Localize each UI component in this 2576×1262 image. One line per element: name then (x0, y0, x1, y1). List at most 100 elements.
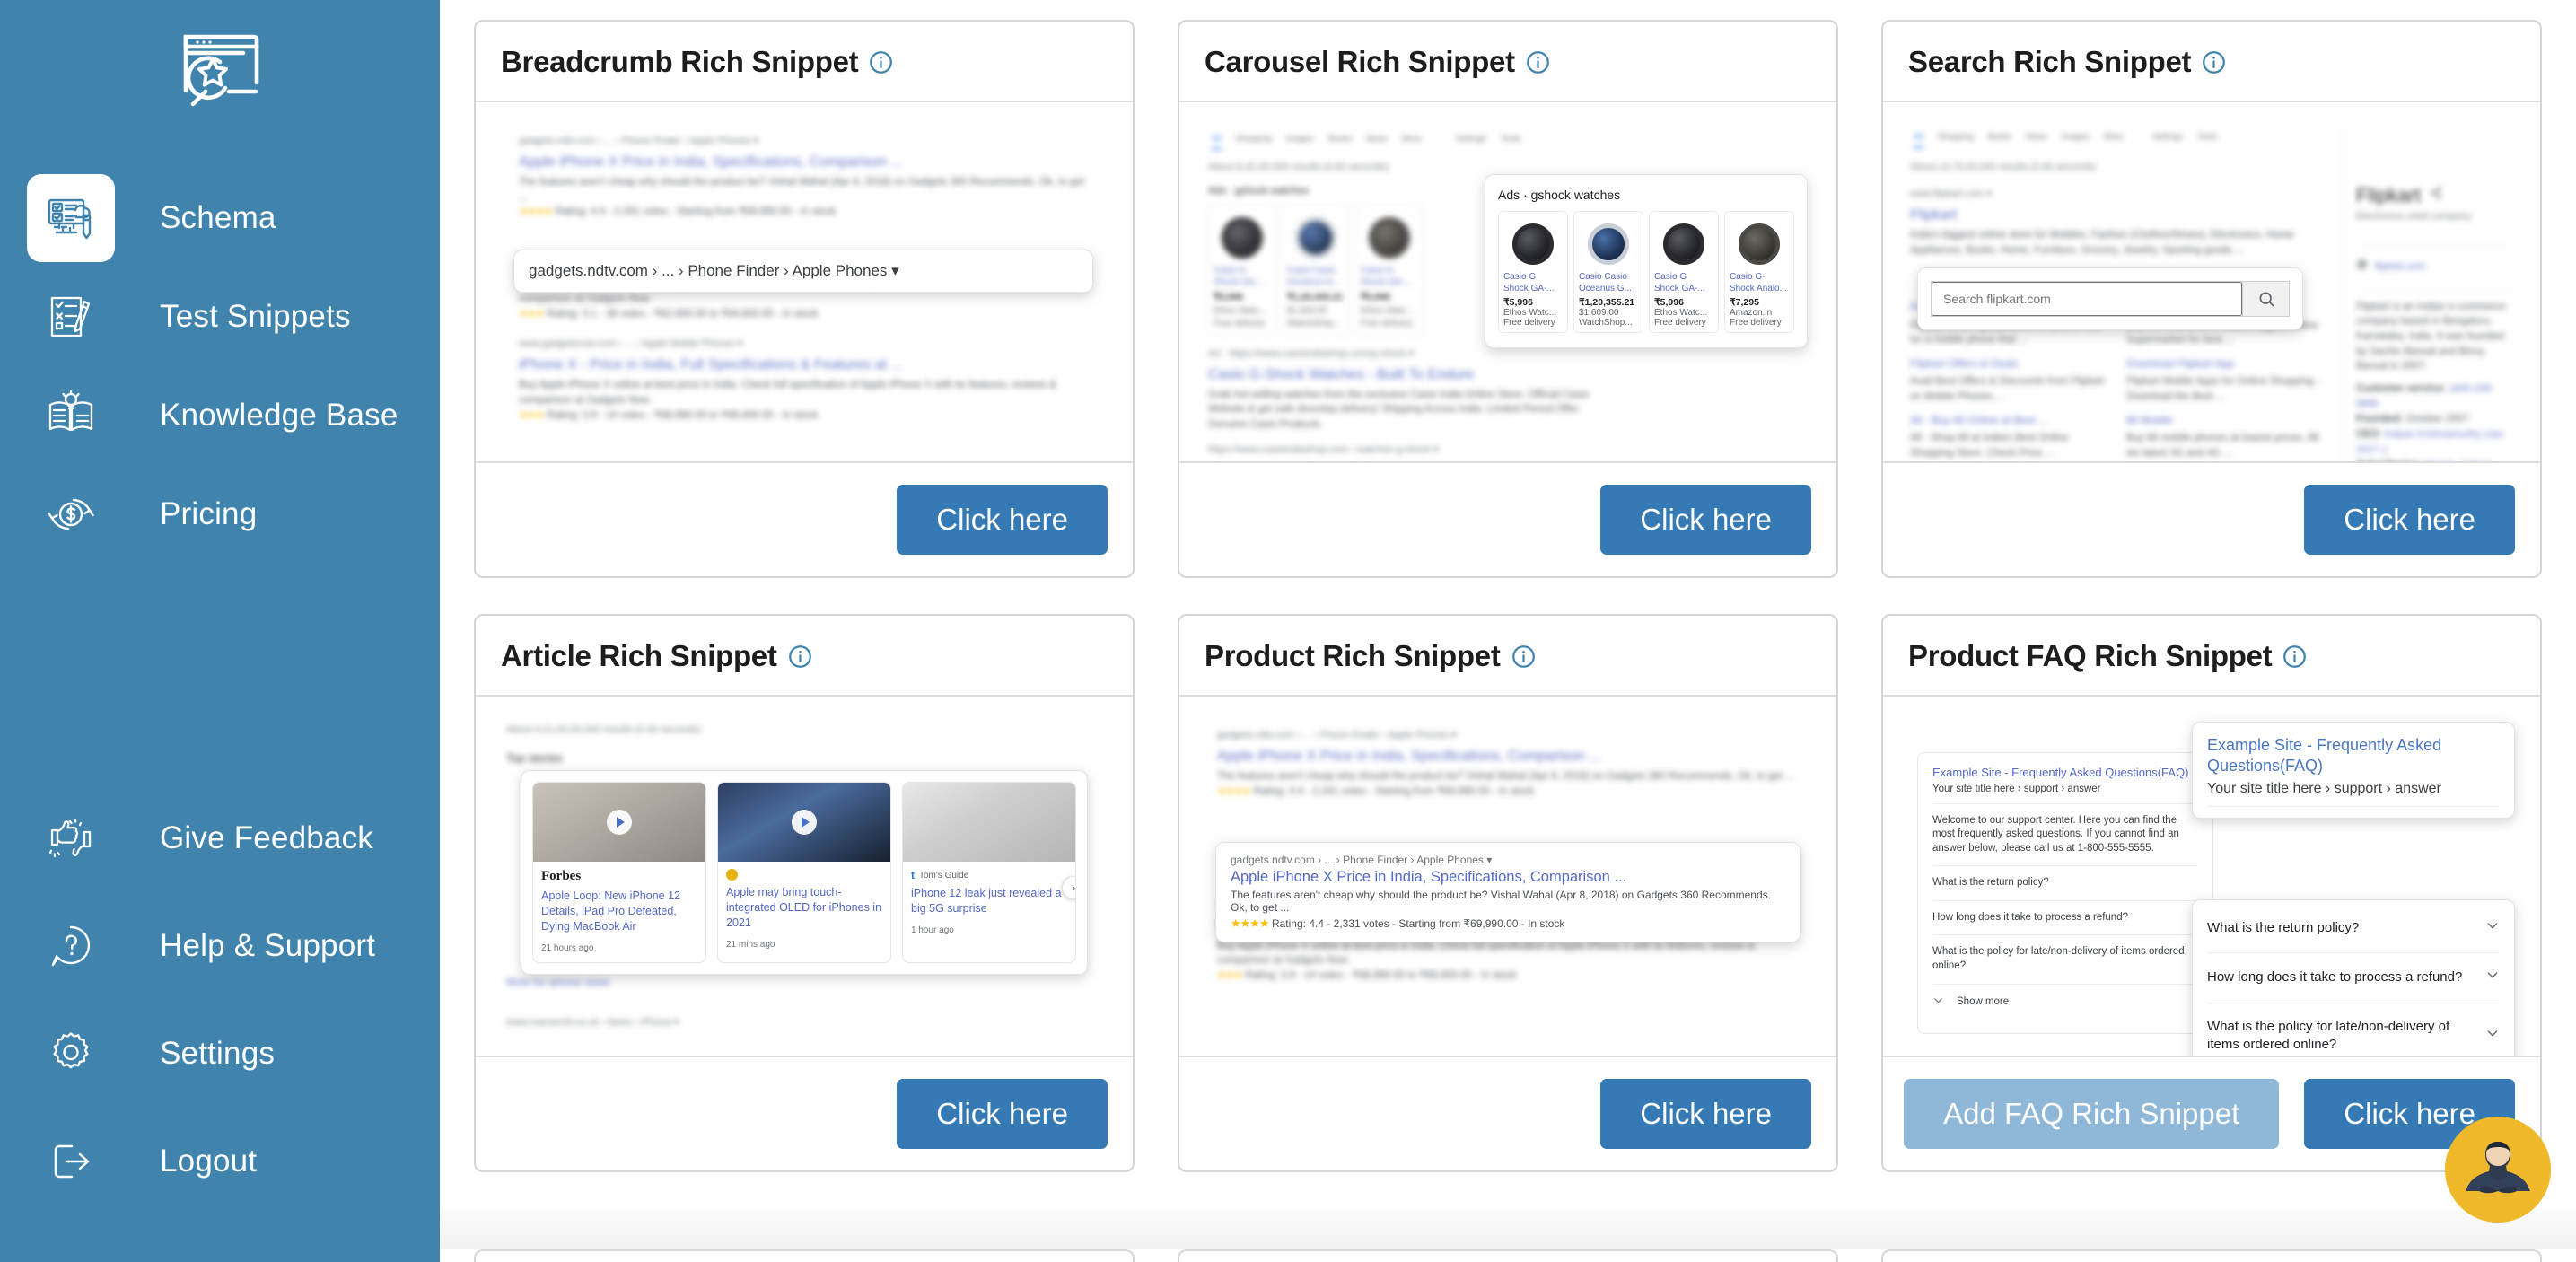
faq-title[interactable]: Example Site - Frequently Asked Question… (2207, 735, 2500, 777)
product-tile: Casio Casio Oceanus G... ₹1,20,355.21 $1… (1282, 205, 1350, 337)
click-here-button[interactable]: Click here (2304, 485, 2515, 555)
faq-question-row[interactable]: What is the policy for late/non-delivery… (2207, 1003, 2500, 1056)
product-price: ₹1,20,355.21 (1287, 292, 1344, 303)
sidebar-item-settings[interactable]: Settings (0, 1000, 440, 1108)
faq-snippet-background: Example Site - Frequently Asked Question… (1917, 752, 2213, 1035)
question-bubble-icon (27, 902, 115, 990)
show-more-label[interactable]: Show more (1957, 995, 2009, 1010)
product-tile: Casio G Shock GA-... ₹5,996 Ethos Watc..… (1355, 205, 1424, 337)
sidebar-item-help-support[interactable]: Help & Support (0, 892, 440, 1000)
chevron-down-icon[interactable] (2485, 918, 2500, 938)
click-here-button[interactable]: Click here (897, 1079, 1108, 1149)
card-header: Carousel Rich Snippet (1179, 22, 1836, 102)
tab-books: Books (1327, 134, 1353, 144)
kp-subtitle: Electronics retail company (2356, 210, 2472, 222)
tab-news: News (2026, 132, 2047, 142)
play-icon[interactable] (607, 810, 632, 835)
serp-title: Flipkart (1910, 206, 1958, 223)
product-tile[interactable]: Casio G- Shock Analo... ₹7,295 Amazon.in… (1724, 211, 1794, 333)
sitelink-title: All - Buy All Online at Best ... (1910, 413, 2047, 426)
product-tile[interactable]: Casio G Shock GA-... ₹5,996 Ethos Watc..… (1649, 211, 1719, 333)
click-here-button[interactable]: Click here (897, 485, 1108, 555)
serp-description: Buy Apple iPhone X online at best price … (519, 380, 1056, 407)
chevron-down-icon[interactable] (2485, 1026, 2500, 1046)
tab-shopping: Shopping (1235, 134, 1272, 144)
top-stories-label: Top stories (506, 750, 563, 765)
info-circle-icon[interactable] (788, 644, 812, 669)
secondary-nav: Give Feedback Help & Support Settings Lo… (0, 784, 440, 1215)
product-price: ₹5,996 (1214, 292, 1243, 303)
serp-description: India's biggest online store for Mobiles… (1910, 229, 2294, 256)
serp-rating: Rating: 3.9 - 14 votes - ₹68,990.00 to ₹… (547, 409, 819, 421)
info-circle-icon[interactable] (2282, 644, 2307, 669)
product-tile[interactable]: Casio G Shock GA-... ₹5,996 Ethos Watc..… (1498, 211, 1568, 333)
kp-key: CEO: (2356, 428, 2382, 440)
card-header: Breadcrumb Rich Snippet (476, 22, 1133, 102)
sidebar-item-knowledge-base[interactable]: Knowledge Base (0, 366, 440, 465)
product-price: ₹5,996 (1361, 292, 1390, 303)
card-product-rich-snippet: Product Rich Snippet gadgets.ndtv.com › … (1178, 614, 1838, 1172)
serp-description: The features aren't cheap why should the… (1231, 889, 1771, 914)
app-logo (0, 0, 440, 135)
info-circle-icon[interactable] (1526, 50, 1550, 74)
info-circle-icon[interactable] (2202, 50, 2226, 74)
sidebar-item-test-snippets[interactable]: Test Snippets (0, 267, 440, 366)
sidebar-item-label: Give Feedback (160, 820, 373, 855)
card-header: Product FAQ Rich Snippet (1883, 616, 2540, 697)
globe-icon (2356, 259, 2368, 276)
article-source: t Tom's Guide (911, 869, 969, 881)
serp-title[interactable]: Apple iPhone X Price in India, Specifica… (1231, 869, 1785, 886)
product-delivery: Free delivery (1214, 319, 1266, 329)
play-icon[interactable] (792, 810, 817, 835)
sidebar-item-pricing[interactable]: Pricing (0, 465, 440, 564)
click-here-button[interactable]: Click here (1600, 1079, 1811, 1149)
chevron-down-icon[interactable] (2485, 968, 2500, 987)
results-count: About 13,70,00,000 results (0.60 seconds… (1910, 161, 2097, 172)
article-card[interactable]: Apple may bring touch-integrated OLED fo… (717, 782, 891, 963)
logout-arrow-icon (27, 1117, 115, 1205)
article-card[interactable]: Forbes Apple Loop: New iPhone 12 Details… (532, 782, 706, 963)
product-name: Casio G Shock GA-... (1503, 272, 1555, 294)
click-here-button[interactable]: Click here (1600, 485, 1811, 555)
serp-title: Apple iPhone X Price in India, Specifica… (519, 153, 903, 170)
share-icon (2430, 187, 2442, 205)
sitelink-desc: All - Shop All at India's Best Online Sh… (1910, 433, 2069, 459)
rating-stars: ★★★★ (1231, 916, 1270, 930)
search-input[interactable] (1932, 282, 2242, 316)
serp-rating: Rating: 4.4 - 2,331 votes - Starting fro… (1253, 785, 1535, 797)
info-circle-icon[interactable] (869, 50, 893, 74)
product-name: Casio G- Shock Analo... (1730, 272, 1787, 294)
add-faq-rich-snippet-button[interactable]: Add FAQ Rich Snippet (1904, 1079, 2280, 1149)
article-headline: Apple Loop: New iPhone 12 Details, iPad … (541, 890, 680, 933)
breadcrumb-highlight: gadgets.ndtv.com › ... › Phone Finder › … (513, 250, 1093, 293)
thumbs-up-down-icon (27, 794, 115, 882)
browser-search-star-icon (173, 25, 267, 119)
faq-question-row[interactable]: How long does it take to process a refun… (2207, 953, 2500, 1003)
serp-rating: Rating: 3.1 - 38 votes - ₹62,900.00 to ₹… (547, 308, 819, 320)
more-link: More for iphone news (506, 975, 610, 988)
results-count: About 4,21,00,00,000 results (0.46 secon… (506, 724, 701, 735)
product-store: Ethos Watc... (1361, 305, 1415, 316)
card-footer: Click here (1179, 1056, 1836, 1170)
article-card[interactable]: t Tom's Guide iPhone 12 leak just reveal… (902, 782, 1076, 963)
product-tile: Casio G Shock GA-... ₹5,996 Ethos Watc..… (1208, 205, 1276, 337)
next-row-stub (474, 1249, 2542, 1262)
article-headline: iPhone 12 leak just revealed a big 5G su… (911, 887, 1062, 915)
sidebar-item-logout[interactable]: Logout (0, 1108, 440, 1215)
serp-title: Apple iPhone X Price in India, Specifica… (1217, 748, 1601, 764)
watch-image (1739, 223, 1780, 265)
tab-books: Books (1987, 132, 2012, 142)
support-chat-avatar[interactable] (2445, 1117, 2551, 1223)
sidebar-item-schema[interactable]: Schema (0, 169, 440, 267)
product-delivery: WatchShop... (1287, 319, 1341, 329)
sidebar-item-give-feedback[interactable]: Give Feedback (0, 784, 440, 892)
card-article-rich-snippet: Article Rich Snippet About 4,21,00,00,00… (474, 614, 1135, 1172)
card-stub (1178, 1249, 1838, 1262)
faq-question-row[interactable]: What is the return policy? (2207, 904, 2500, 954)
magnifier-icon[interactable] (2242, 282, 2289, 316)
product-tile[interactable]: Casio Casio Oceanus G... ₹1,20,355.21 $1… (1573, 211, 1643, 333)
ad-description: Grab hot-selling watches from the exclus… (1208, 389, 1590, 431)
faq-title-highlight: Example Site - Frequently Asked Question… (2192, 722, 2515, 819)
faq-question: How long does it take to process a refun… (2207, 969, 2463, 986)
info-circle-icon[interactable] (1511, 644, 1536, 669)
